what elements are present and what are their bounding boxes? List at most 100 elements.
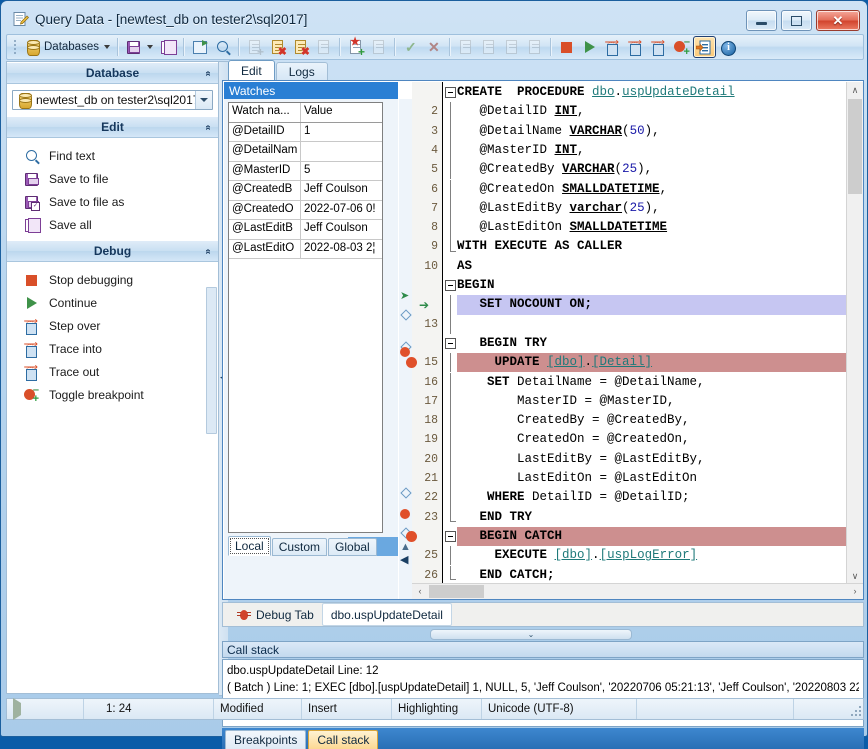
scroll-up-button[interactable]: ∧ (847, 82, 863, 98)
add-checked-button[interactable] (367, 36, 390, 58)
sidebar-item-save-to-file[interactable]: Save to file (7, 167, 218, 190)
table-row[interactable]: @LastEditB Jeff Coulson (229, 220, 382, 240)
tab-breakpoints[interactable]: Breakpoints (225, 730, 307, 749)
database-selector[interactable]: newtest_db on tester2\sql2017 (12, 90, 213, 110)
chevron-up-icon[interactable]: « (203, 248, 214, 254)
editor-fold-column[interactable] (443, 82, 457, 584)
clear-query-button[interactable]: ✖ (266, 36, 289, 58)
stop-debugging-button[interactable] (555, 36, 578, 58)
procedure-tab[interactable]: dbo.uspUpdateDetail (321, 603, 452, 626)
sql-code-editor[interactable]: 2 3 4 5 6 7 8 9 10 ➔ 13 15 16 17 18 19 20 21 22 23 25 26 CREA… (406, 82, 863, 599)
fold-collapse-icon[interactable] (445, 337, 456, 349)
table-row[interactable]: @DetailID 1 (229, 122, 382, 142)
panel-splitter[interactable]: ⌄ (430, 629, 632, 640)
code-line[interactable] (457, 315, 847, 334)
trace-out-button[interactable]: ⟶ (647, 36, 670, 58)
tab-logs[interactable]: Logs (275, 62, 328, 80)
code-line[interactable]: BEGIN TRY (457, 334, 847, 353)
code-line[interactable]: BEGIN (457, 276, 847, 295)
save-all-button[interactable] (156, 36, 179, 58)
code-line[interactable]: @LastEditOn SMALLDATETIME (457, 218, 847, 237)
watch-tab-global[interactable]: Global (328, 538, 377, 556)
code-line[interactable]: CreatedBy = @CreatedBy, (457, 411, 847, 430)
toggle-breakpoint-button[interactable]: – + (670, 36, 693, 58)
table-row[interactable]: @MasterID 5 (229, 161, 382, 181)
code-line[interactable]: WHERE DetailID = @DetailID; (457, 488, 847, 507)
code-line[interactable]: CREATE PROCEDURE dbo.uspUpdateDetail (457, 83, 847, 102)
sidebar-scrollbar[interactable] (206, 287, 217, 434)
sidebar-item-step-over[interactable]: ⟶ Step over (7, 314, 218, 337)
scroll-down-button[interactable]: ∨ (847, 568, 863, 584)
sidebar-section-database[interactable]: Database « (7, 62, 218, 84)
close-button[interactable]: ✕ (816, 10, 860, 31)
code-line[interactable]: BEGIN CATCH (457, 526, 847, 547)
table-row[interactable]: @CreatedO 2022-07-06 0! (229, 200, 382, 220)
code-line[interactable]: @DetailName VARCHAR(50), (457, 122, 847, 141)
code-line[interactable]: LastEditBy = @LastEditBy, (457, 450, 847, 469)
code-line[interactable]: WITH EXECUTE AS CALLER (457, 237, 847, 256)
record-dot-icon[interactable] (31, 703, 43, 715)
code-line[interactable]: END TRY (457, 508, 847, 527)
info-button[interactable]: i (716, 36, 739, 58)
tab-edit[interactable]: Edit (228, 60, 275, 80)
chevron-up-icon[interactable]: « (203, 124, 214, 130)
code-line[interactable]: @CreatedBy VARCHAR(25), (457, 160, 847, 179)
databases-dropdown[interactable]: Databases (21, 36, 113, 58)
resize-grip[interactable] (847, 702, 861, 716)
breakpoint-dot-icon[interactable] (406, 357, 417, 369)
code-line[interactable]: EXECUTE [dbo].[uspLogError] (457, 546, 847, 565)
open-in-window-button[interactable] (188, 36, 211, 58)
find-button[interactable] (211, 36, 234, 58)
continue-button[interactable] (578, 36, 601, 58)
sidebar-section-debug[interactable]: Debug « (7, 240, 218, 262)
table-row[interactable]: @LastEditO 2022-08-03 2¦ (229, 239, 382, 259)
sidebar-item-save-to-file-as[interactable]: ✓ Save to file as (7, 190, 218, 213)
export-other-button[interactable] (500, 36, 523, 58)
code-line[interactable]: UPDATE [dbo].[Detail] (457, 353, 847, 373)
editor-vertical-scrollbar[interactable]: ∧ ∨ (846, 82, 863, 584)
code-line[interactable]: SET NOCOUNT ON; (457, 295, 847, 315)
editor-horizontal-scrollbar[interactable]: ‹ › (412, 583, 863, 599)
code-line[interactable]: CreatedOn = @CreatedOn, (457, 430, 847, 449)
sidebar-item-trace-out[interactable]: ⟶ Trace out (7, 360, 218, 383)
clear-all-button[interactable]: ✖ (289, 36, 312, 58)
play-triangle-icon[interactable] (13, 698, 25, 720)
code-line[interactable]: END CATCH; (457, 566, 847, 585)
watches-grid[interactable]: Watch na... Value @DetailID 1 @DetailNam (228, 102, 383, 533)
toolbar-grip[interactable] (12, 39, 18, 55)
scroll-up-icon[interactable]: ▲ (400, 542, 411, 553)
commit-button[interactable]: ✓ (399, 36, 422, 58)
scroll-right-button[interactable]: › (847, 584, 863, 597)
new-query-button[interactable]: + (243, 36, 266, 58)
breakpoint-dot-icon[interactable] (400, 347, 410, 357)
sidebar-item-continue[interactable]: Continue (7, 291, 218, 314)
chevron-up-icon[interactable]: « (203, 70, 214, 76)
watch-tab-custom[interactable]: Custom (271, 538, 328, 556)
scroll-left-button[interactable]: ‹ (412, 584, 428, 597)
sidebar-item-toggle-breakpoint[interactable]: – + Toggle breakpoint (7, 383, 218, 406)
code-line[interactable]: @CreatedOn SMALLDATETIME, (457, 180, 847, 199)
code-line[interactable]: @DetailID INT, (457, 102, 847, 121)
fold-collapse-icon[interactable] (445, 530, 456, 542)
step-over-button[interactable]: ⟶ (601, 36, 624, 58)
export-button[interactable] (454, 36, 477, 58)
export-all-button[interactable] (477, 36, 500, 58)
code-line[interactable]: @MasterID INT, (457, 141, 847, 160)
sidebar-item-stop-debugging[interactable]: Stop debugging (7, 268, 218, 291)
fold-collapse-icon[interactable] (445, 280, 456, 291)
trace-into-button[interactable]: ⟶ (624, 36, 647, 58)
collapse-left-icon[interactable]: ◀ (400, 555, 408, 566)
horizontal-scroll-thumb[interactable] (429, 585, 484, 598)
save-button[interactable] (122, 36, 156, 58)
tab-call-stack[interactable]: Call stack (308, 730, 379, 749)
stop-square-icon[interactable] (49, 703, 61, 715)
code-line[interactable]: LastEditOn = @LastEditOn (457, 469, 847, 488)
watch-tab-local[interactable]: Local (228, 536, 271, 556)
add-query-button[interactable]: ★ + (344, 36, 367, 58)
list-item[interactable]: ( Batch ) Line: 1; EXEC [dbo].[uspUpdate… (227, 680, 859, 697)
rollback-button[interactable]: ✕ (422, 36, 445, 58)
check-query-button[interactable] (312, 36, 335, 58)
chevron-down-icon[interactable] (195, 91, 212, 109)
vertical-scroll-thumb[interactable] (848, 99, 862, 194)
maximize-button[interactable] (781, 10, 812, 31)
